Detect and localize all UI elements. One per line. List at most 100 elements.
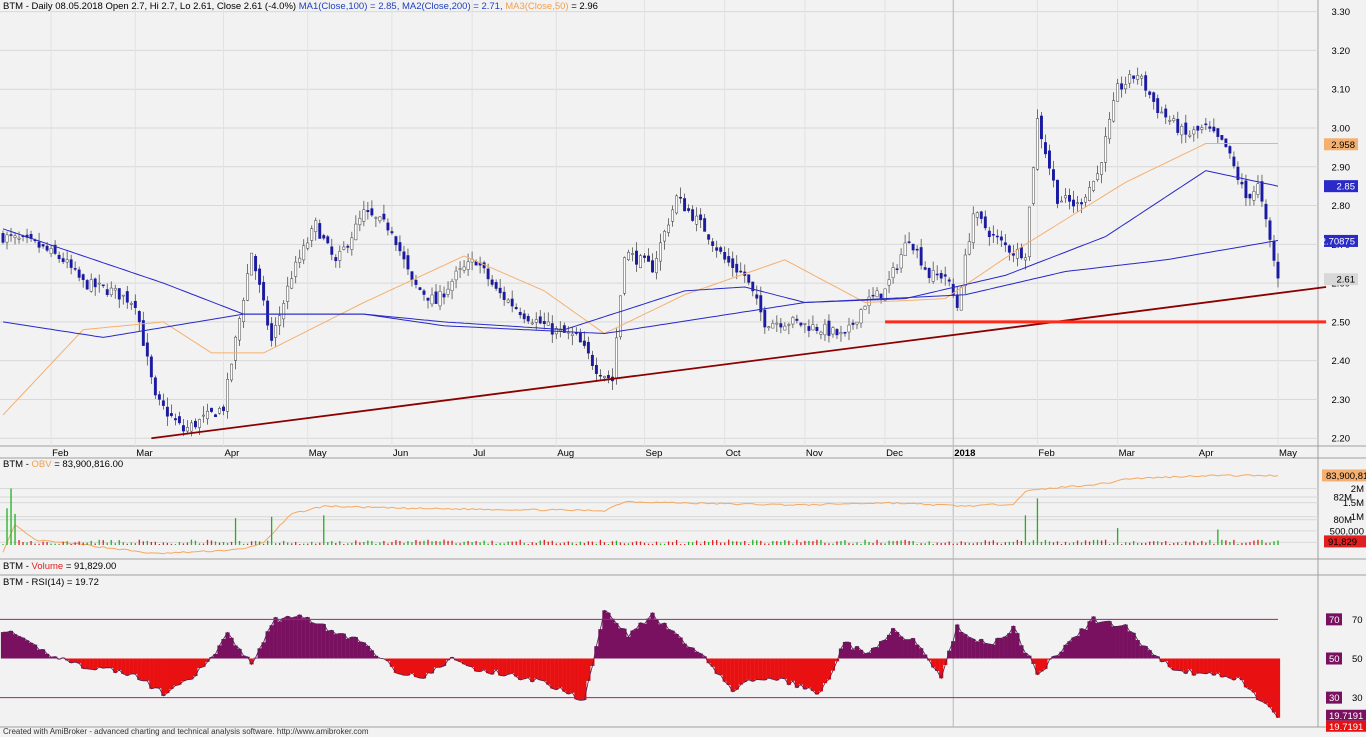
candle-body bbox=[5, 234, 9, 243]
volume-sep: - bbox=[23, 561, 32, 572]
candle-body bbox=[1108, 118, 1112, 140]
candle-body bbox=[899, 254, 903, 269]
candle-body bbox=[402, 251, 406, 260]
candle-body bbox=[358, 218, 362, 226]
candle-body bbox=[1220, 135, 1224, 140]
price-tick-label: 2.50 bbox=[1332, 317, 1351, 328]
rsi-pane-header: BTM - RSI(14) = 19.72 bbox=[3, 577, 99, 589]
candle-body bbox=[683, 198, 687, 212]
candle-body bbox=[394, 236, 398, 246]
candle-body bbox=[1152, 92, 1156, 102]
candle-body bbox=[1228, 146, 1232, 154]
candle-body bbox=[37, 241, 41, 248]
candle-body bbox=[807, 326, 811, 331]
candle-body bbox=[121, 294, 125, 297]
candle-body bbox=[779, 323, 783, 328]
candle-body bbox=[1240, 181, 1244, 185]
candle-body bbox=[739, 270, 743, 273]
price-tick-label: 3.10 bbox=[1332, 85, 1351, 96]
rsi-tick-label: 70 bbox=[1352, 615, 1363, 626]
candle-body bbox=[137, 311, 141, 323]
candle-body bbox=[999, 236, 1003, 241]
price-tick-label: 2.90 bbox=[1332, 162, 1351, 173]
candle-body bbox=[1272, 241, 1276, 261]
candle-body bbox=[442, 293, 446, 298]
candle-body bbox=[73, 268, 77, 270]
candle-body bbox=[133, 300, 137, 308]
candle-body bbox=[1120, 83, 1124, 90]
candle-body bbox=[1052, 169, 1055, 181]
candle-body bbox=[1148, 91, 1152, 95]
candle-body bbox=[719, 247, 723, 252]
candle-body bbox=[390, 231, 394, 234]
candle-body bbox=[1208, 126, 1212, 129]
obv-name: OBV bbox=[31, 459, 52, 470]
candle-body bbox=[1027, 206, 1031, 257]
candle-body bbox=[867, 296, 871, 306]
price-ticker: BTM bbox=[3, 1, 24, 12]
candle-body bbox=[859, 309, 863, 324]
candle-body bbox=[570, 333, 574, 336]
candle-body bbox=[1168, 119, 1172, 122]
price-value-tag-label: 2.70875 bbox=[1321, 236, 1355, 247]
rsi-sep: - bbox=[23, 577, 32, 588]
candle-body bbox=[1200, 127, 1204, 130]
candle-body bbox=[510, 298, 514, 307]
candle-body bbox=[1180, 126, 1184, 136]
candle-body bbox=[69, 259, 73, 268]
candle-body bbox=[823, 323, 827, 336]
candle-body bbox=[286, 285, 290, 302]
price-tick-label: 3.30 bbox=[1332, 7, 1351, 18]
candle-body bbox=[855, 321, 859, 325]
candle-body bbox=[1060, 200, 1063, 203]
candle-body bbox=[189, 422, 193, 432]
price-pane-header: BTM - Daily 08.05.2018 Open 2.7, Hi 2.7,… bbox=[3, 1, 598, 13]
candle-body bbox=[9, 234, 13, 236]
candle-body bbox=[851, 322, 855, 325]
candle-body bbox=[338, 250, 342, 261]
x-tick-label: Oct bbox=[726, 448, 741, 459]
candle-body bbox=[931, 270, 935, 282]
candle-body bbox=[915, 248, 919, 251]
candle-body bbox=[310, 228, 314, 241]
candle-body bbox=[514, 307, 518, 310]
candle-body bbox=[987, 230, 991, 238]
candle-body bbox=[330, 246, 334, 255]
candle-body bbox=[1124, 84, 1128, 90]
x-tick-label: 2018 bbox=[954, 448, 975, 459]
candle-body bbox=[346, 245, 350, 248]
candle-body bbox=[879, 293, 883, 299]
candle-body bbox=[326, 236, 330, 244]
candle-body bbox=[177, 416, 181, 424]
candle-body bbox=[927, 267, 931, 279]
ma3-legend: MA3(Close,50) bbox=[502, 1, 569, 12]
footer-credit: Created with AmiBroker - advanced charti… bbox=[3, 727, 369, 736]
candle-body bbox=[294, 261, 298, 277]
candle-body bbox=[1140, 75, 1144, 79]
candle-body bbox=[334, 257, 338, 262]
candle-body bbox=[1260, 181, 1264, 202]
candle-body bbox=[97, 282, 101, 285]
candle-body bbox=[105, 289, 109, 295]
volume-tick-label: 1M bbox=[1351, 512, 1364, 523]
candle-body bbox=[635, 250, 638, 265]
candle-body bbox=[891, 267, 895, 279]
candle-body bbox=[318, 223, 322, 239]
candle-body bbox=[490, 279, 494, 285]
candle-body bbox=[49, 248, 53, 254]
candle-body bbox=[1196, 125, 1200, 131]
candle-body bbox=[145, 342, 149, 357]
candle-body bbox=[1160, 111, 1164, 114]
candle-body bbox=[787, 324, 791, 326]
price-value-tag-label: 2.958 bbox=[1331, 140, 1355, 151]
candle-body bbox=[627, 252, 630, 260]
candle-body bbox=[61, 258, 65, 263]
rsi-value-tag-2-label: 19.7191 bbox=[1329, 722, 1363, 733]
candle-body bbox=[671, 209, 675, 222]
candle-body bbox=[342, 246, 346, 250]
candle-body bbox=[274, 325, 278, 338]
obv-tick-label: 80M bbox=[1334, 515, 1353, 526]
candle-body bbox=[871, 294, 875, 297]
candle-body bbox=[129, 303, 133, 305]
candle-body bbox=[1276, 261, 1280, 279]
